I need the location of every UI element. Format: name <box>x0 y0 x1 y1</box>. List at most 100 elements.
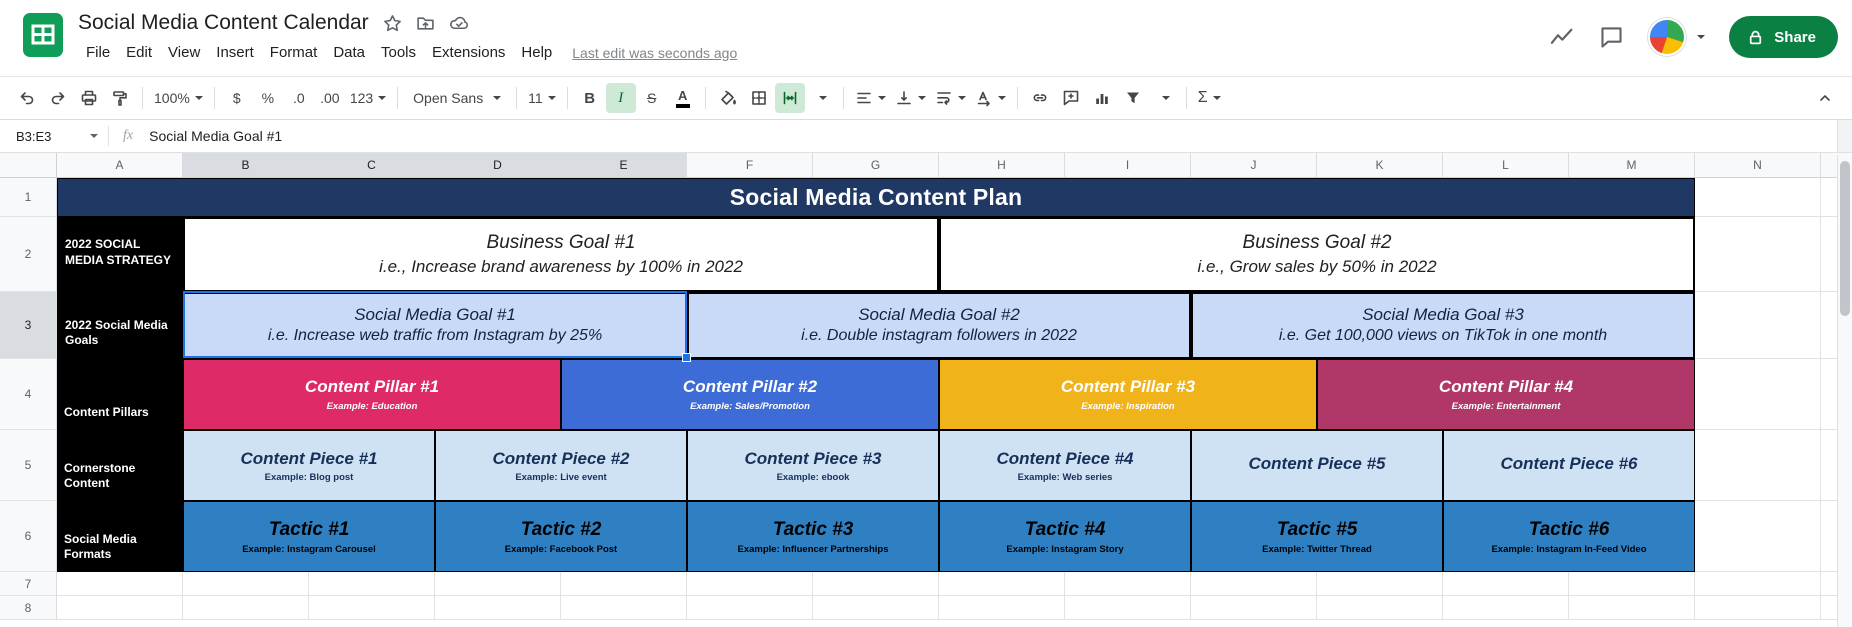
insights-chart-icon[interactable] <box>1549 24 1575 50</box>
row-header-2[interactable]: 2 <box>0 217 57 292</box>
column-header-f[interactable]: F <box>687 153 813 178</box>
scrollbar-thumb[interactable] <box>1840 161 1850 316</box>
content-pillar-4-cell[interactable]: Content Pillar #4 Example: Entertainment <box>1317 359 1695 430</box>
row-header-7[interactable]: 7 <box>0 572 57 596</box>
filter-button[interactable] <box>1118 83 1148 113</box>
insert-link-button[interactable] <box>1025 83 1055 113</box>
menu-data[interactable]: Data <box>325 40 373 65</box>
vertical-align-dropdown[interactable] <box>891 83 930 113</box>
row-header-8[interactable]: 8 <box>0 596 57 620</box>
business-goal-1-cell[interactable]: Business Goal #1 i.e., Increase brand aw… <box>183 217 939 292</box>
fill-handle[interactable] <box>682 353 691 362</box>
empty-cell[interactable] <box>1695 292 1821 359</box>
column-header-a[interactable]: A <box>57 153 183 178</box>
tactic-4-cell[interactable]: Tactic #4 Example: Instagram Story <box>939 501 1191 572</box>
column-header-e[interactable]: E <box>561 153 687 178</box>
social-goal-2-cell[interactable]: Social Media Goal #2 i.e. Double instagr… <box>687 292 1191 359</box>
vertical-scrollbar[interactable] <box>1837 155 1852 627</box>
empty-cell[interactable] <box>1695 217 1821 292</box>
redo-button[interactable] <box>43 83 73 113</box>
menu-tools[interactable]: Tools <box>373 40 424 65</box>
content-piece-1-cell[interactable]: Content Piece #1 Example: Blog post <box>183 430 435 501</box>
formats-label-cell[interactable]: Social Media Formats <box>57 501 183 572</box>
content-piece-2-cell[interactable]: Content Piece #2 Example: Live event <box>435 430 687 501</box>
font-family-dropdown[interactable]: Open Sans <box>405 83 509 113</box>
number-format-dropdown[interactable]: 123 <box>346 83 390 113</box>
merge-options-dropdown[interactable] <box>806 83 836 113</box>
column-header-g[interactable]: G <box>813 153 939 178</box>
empty-cell[interactable] <box>1695 501 1821 572</box>
empty-row-cells[interactable] <box>57 596 1852 620</box>
text-wrap-dropdown[interactable] <box>931 83 970 113</box>
row-header-6[interactable]: 6 <box>0 501 57 572</box>
increase-decimal-button[interactable]: .00 <box>315 83 345 113</box>
empty-cell[interactable] <box>1695 430 1821 501</box>
strikethrough-button[interactable]: S <box>637 83 667 113</box>
tactic-3-cell[interactable]: Tactic #3 Example: Influencer Partnershi… <box>687 501 939 572</box>
comment-history-icon[interactable] <box>1599 25 1624 50</box>
content-pillar-2-cell[interactable]: Content Pillar #2 Example: Sales/Promoti… <box>561 359 939 430</box>
strategy-label-cell[interactable]: 2022 SOCIAL MEDIA STRATEGY <box>57 217 183 292</box>
text-rotation-dropdown[interactable] <box>971 83 1010 113</box>
move-folder-icon[interactable] <box>416 14 435 33</box>
menu-file[interactable]: File <box>78 40 118 65</box>
zoom-dropdown[interactable]: 100% <box>150 83 207 113</box>
menu-extensions[interactable]: Extensions <box>424 40 513 65</box>
filter-views-dropdown[interactable] <box>1149 83 1179 113</box>
formula-input[interactable]: Social Media Goal #1 <box>149 128 282 144</box>
paint-format-button[interactable] <box>105 83 135 113</box>
empty-cell[interactable] <box>1695 359 1821 430</box>
star-icon[interactable] <box>383 14 402 33</box>
empty-cell[interactable] <box>1695 178 1821 217</box>
content-pillar-1-cell[interactable]: Content Pillar #1 Example: Education <box>183 359 561 430</box>
column-header-l[interactable]: L <box>1443 153 1569 178</box>
select-all-corner[interactable] <box>0 153 57 178</box>
column-header-b[interactable]: B <box>183 153 309 178</box>
column-header-d[interactable]: D <box>435 153 561 178</box>
menu-edit[interactable]: Edit <box>118 40 160 65</box>
cornerstone-label-cell[interactable]: Cornerstone Content <box>57 430 183 501</box>
row-header-5[interactable]: 5 <box>0 430 57 501</box>
cloud-saved-icon[interactable] <box>449 14 470 33</box>
content-pillar-3-cell[interactable]: Content Pillar #3 Example: Inspiration <box>939 359 1317 430</box>
tactic-2-cell[interactable]: Tactic #2 Example: Facebook Post <box>435 501 687 572</box>
borders-button[interactable] <box>744 83 774 113</box>
title-banner-cell[interactable]: Social Media Content Plan <box>57 178 1695 217</box>
content-piece-5-cell[interactable]: Content Piece #5 <box>1191 430 1443 501</box>
tactic-1-cell[interactable]: Tactic #1 Example: Instagram Carousel <box>183 501 435 572</box>
menu-help[interactable]: Help <box>513 40 560 65</box>
content-piece-6-cell[interactable]: Content Piece #6 <box>1443 430 1695 501</box>
horizontal-align-dropdown[interactable] <box>851 83 890 113</box>
account-menu[interactable] <box>1648 18 1706 56</box>
percent-format-button[interactable]: % <box>253 83 283 113</box>
share-button[interactable]: Share <box>1729 16 1838 58</box>
print-button[interactable] <box>74 83 104 113</box>
social-goal-3-cell[interactable]: Social Media Goal #3 i.e. Get 100,000 vi… <box>1191 292 1695 359</box>
column-header-c[interactable]: C <box>309 153 435 178</box>
row-header-1[interactable]: 1 <box>0 178 57 217</box>
menu-view[interactable]: View <box>160 40 208 65</box>
bold-button[interactable]: B <box>575 83 605 113</box>
column-header-n[interactable]: N <box>1695 153 1821 178</box>
avatar[interactable] <box>1648 18 1687 56</box>
insert-chart-button[interactable] <box>1087 83 1117 113</box>
goals-label-cell[interactable]: 2022 Social Media Goals <box>57 292 183 359</box>
name-box[interactable]: B3:E3 <box>0 129 108 144</box>
column-header-k[interactable]: K <box>1317 153 1443 178</box>
menu-insert[interactable]: Insert <box>208 40 262 65</box>
menu-format[interactable]: Format <box>262 40 326 65</box>
font-size-dropdown[interactable]: 11 <box>524 83 560 113</box>
last-edit-link[interactable]: Last edit was seconds ago <box>572 45 737 61</box>
row-header-4[interactable]: 4 <box>0 359 57 430</box>
functions-dropdown[interactable]: Σ <box>1194 83 1225 113</box>
tactic-5-cell[interactable]: Tactic #5 Example: Twitter Thread <box>1191 501 1443 572</box>
fill-color-button[interactable] <box>713 83 743 113</box>
tactic-6-cell[interactable]: Tactic #6 Example: Instagram In-Feed Vid… <box>1443 501 1695 572</box>
merge-cells-button[interactable] <box>774 83 805 113</box>
decrease-decimal-button[interactable]: .0 <box>284 83 314 113</box>
sheets-logo-icon[interactable] <box>20 12 66 58</box>
pillars-label-cell[interactable]: Content Pillars <box>57 359 183 430</box>
content-piece-4-cell[interactable]: Content Piece #4 Example: Web series <box>939 430 1191 501</box>
column-header-h[interactable]: H <box>939 153 1065 178</box>
collapse-toolbar-button[interactable] <box>1810 83 1840 113</box>
